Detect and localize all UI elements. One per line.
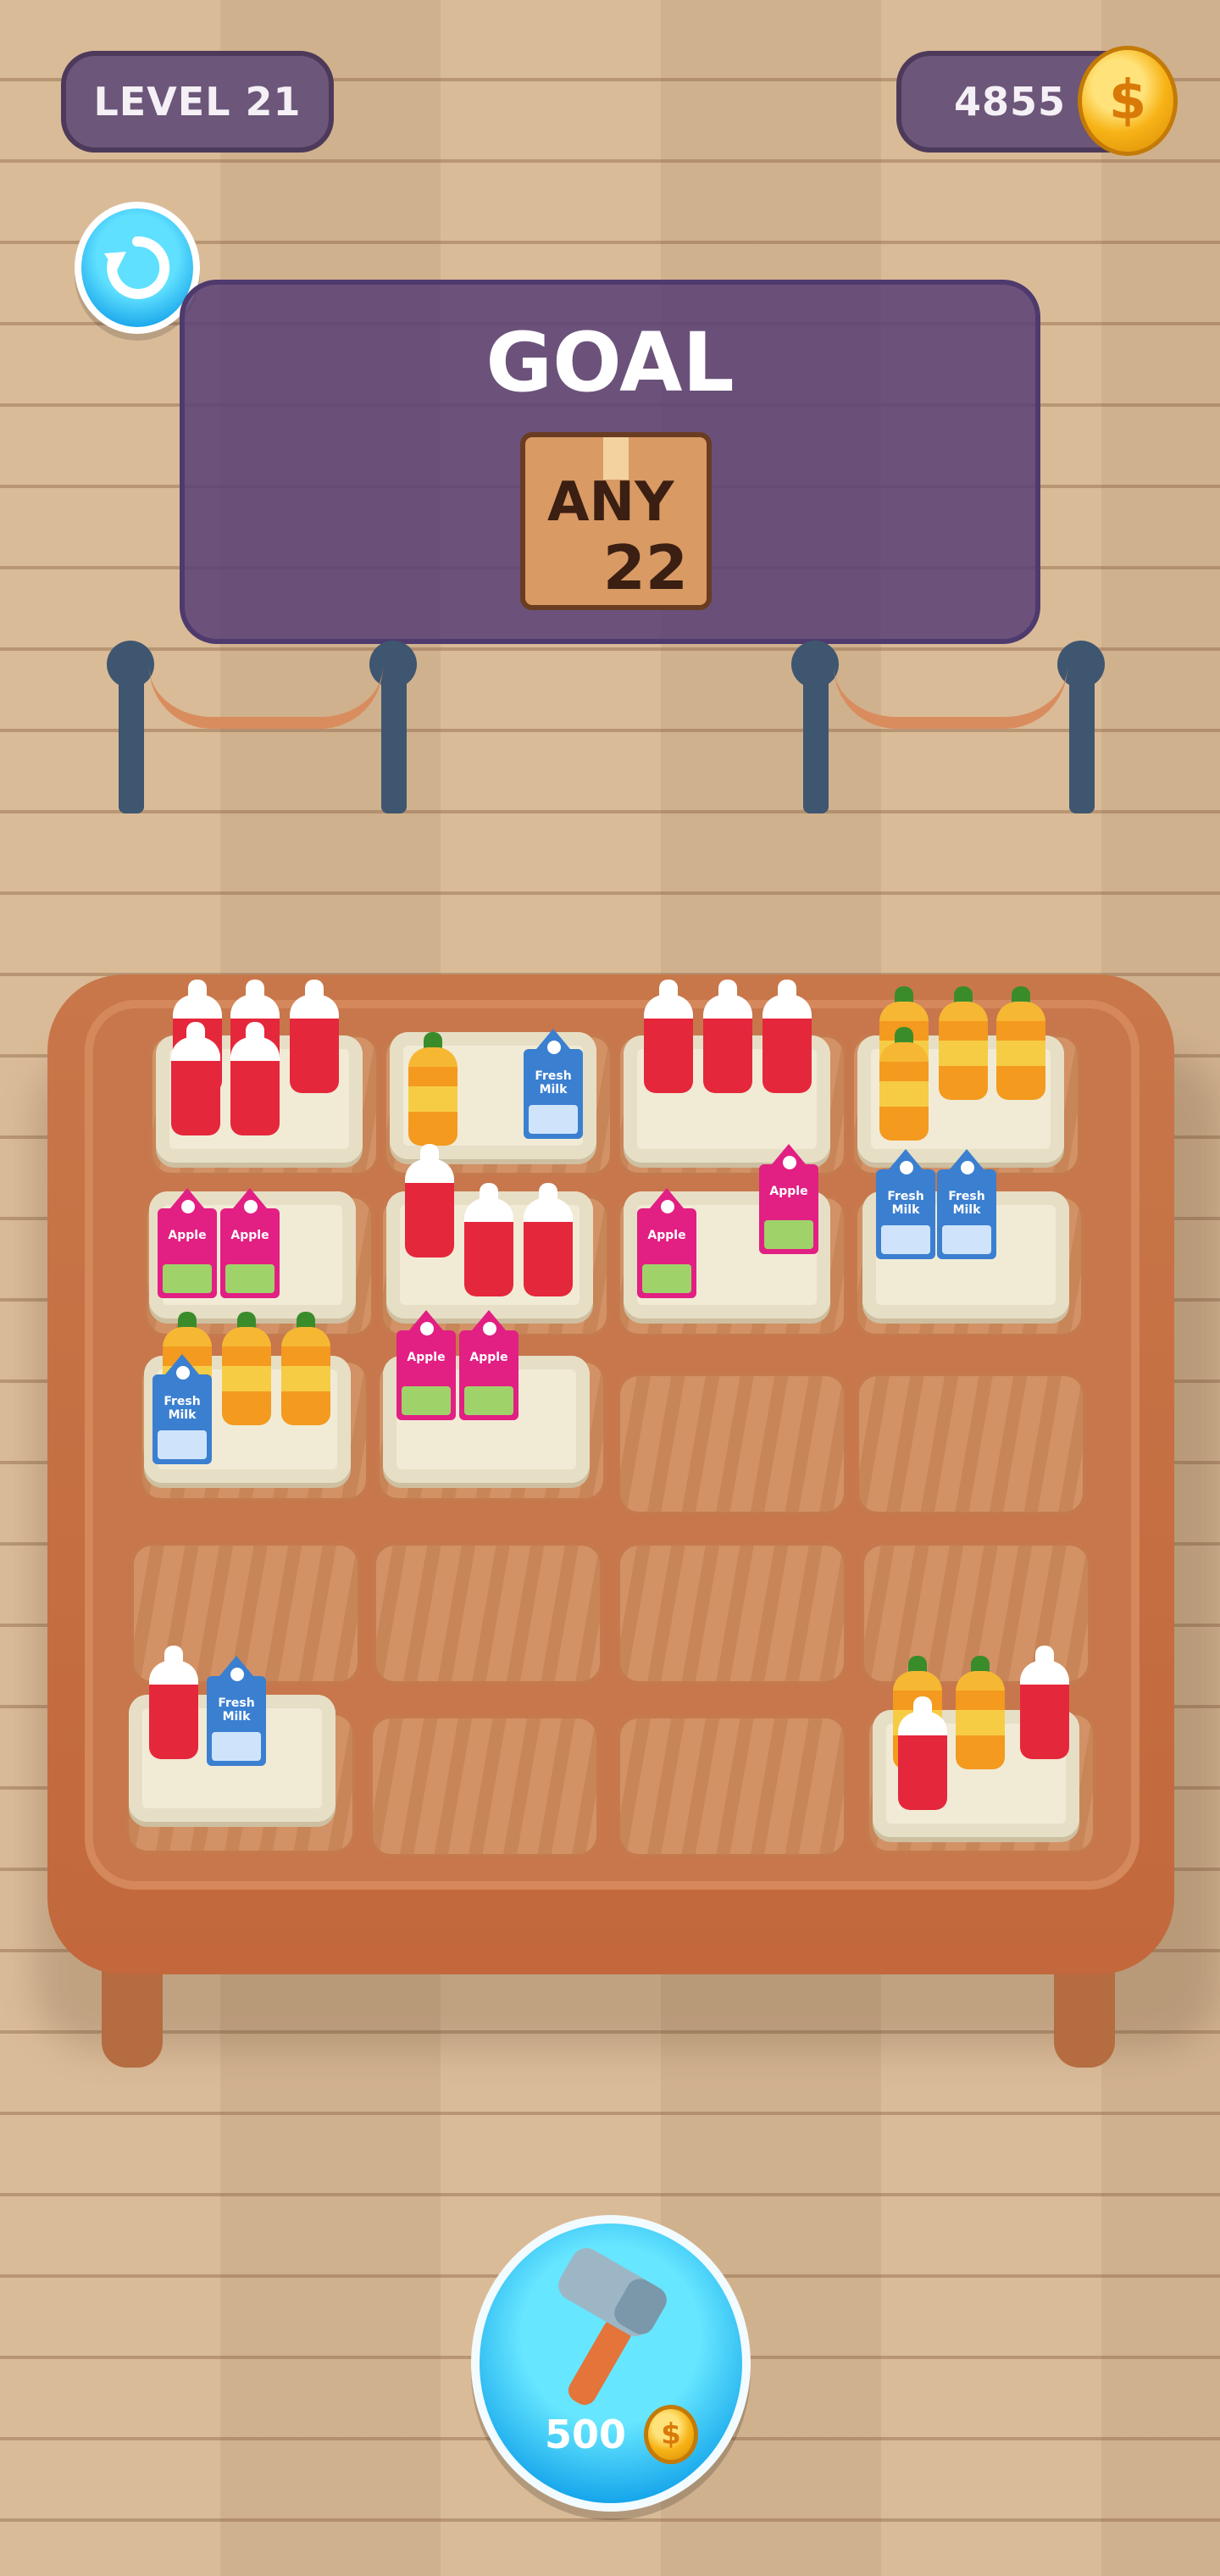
apple-juice-carton[interactable]: Apple [396, 1310, 456, 1420]
orange-juice-bottle[interactable] [219, 1312, 273, 1425]
tomato-juice-bottle[interactable] [286, 980, 341, 1093]
tomato-juice-bottle[interactable] [146, 1646, 200, 1759]
orange-juice-bottle[interactable] [876, 1027, 930, 1141]
tomato-juice-bottle[interactable] [759, 980, 813, 1093]
goal-title: GOAL [485, 315, 735, 410]
tomato-juice-bottle[interactable] [520, 1183, 574, 1296]
tomato-juice-bottle[interactable] [461, 1183, 515, 1296]
coin-icon: $ [1078, 46, 1178, 156]
grid-slot-empty[interactable] [617, 1715, 847, 1857]
apple-juice-carton[interactable]: Apple [158, 1188, 217, 1298]
coin-icon: $ [644, 2405, 698, 2464]
restart-icon [104, 236, 170, 299]
orange-juice-bottle[interactable] [935, 986, 990, 1100]
tomato-juice-bottle[interactable] [227, 1022, 281, 1135]
tomato-juice-bottle[interactable] [402, 1144, 456, 1257]
tomato-juice-bottle[interactable] [640, 980, 695, 1093]
grid-slot-empty[interactable] [617, 1373, 847, 1515]
orange-juice-bottle[interactable] [278, 1312, 332, 1425]
apple-juice-carton[interactable]: Apple [637, 1188, 696, 1298]
apple-juice-carton[interactable]: Apple [759, 1144, 818, 1254]
milk-carton[interactable]: Fresh Milk [876, 1149, 935, 1259]
hammer-icon [558, 2248, 667, 2406]
apple-juice-carton[interactable]: Apple [459, 1310, 518, 1420]
orange-juice-bottle[interactable] [993, 986, 1047, 1100]
orange-juice-bottle[interactable] [952, 1656, 1006, 1769]
tomato-juice-bottle[interactable] [700, 980, 754, 1093]
hammer-booster-button[interactable]: 500 $ [471, 2215, 751, 2512]
level-label: LEVEL 21 [93, 79, 302, 125]
hammer-price: 500 [544, 2412, 627, 2457]
milk-carton[interactable]: Fresh Milk [152, 1354, 212, 1464]
apple-juice-carton[interactable]: Apple [220, 1188, 280, 1298]
orange-juice-bottle[interactable] [405, 1032, 459, 1146]
goal-box: ANY 22 [520, 432, 712, 610]
coin-count: 4855 [954, 79, 1067, 125]
goal-box-count: 22 [602, 532, 688, 603]
tomato-juice-bottle[interactable] [168, 1022, 222, 1135]
tomato-juice-bottle[interactable] [1017, 1646, 1071, 1759]
goal-box-type: ANY [547, 471, 674, 534]
goal-panel: GOAL ANY 22 [180, 280, 1040, 644]
grid-slot-empty[interactable] [856, 1373, 1086, 1515]
milk-carton[interactable]: Fresh Milk [207, 1656, 266, 1766]
tomato-juice-bottle[interactable] [895, 1696, 949, 1810]
grid-slot-empty[interactable] [369, 1715, 600, 1857]
milk-carton[interactable]: Fresh Milk [937, 1149, 996, 1259]
grid-slot-empty[interactable] [617, 1542, 847, 1685]
level-indicator: LEVEL 21 [61, 51, 334, 153]
milk-carton[interactable]: Fresh Milk [524, 1029, 583, 1139]
grid-slot-empty[interactable] [373, 1542, 603, 1685]
